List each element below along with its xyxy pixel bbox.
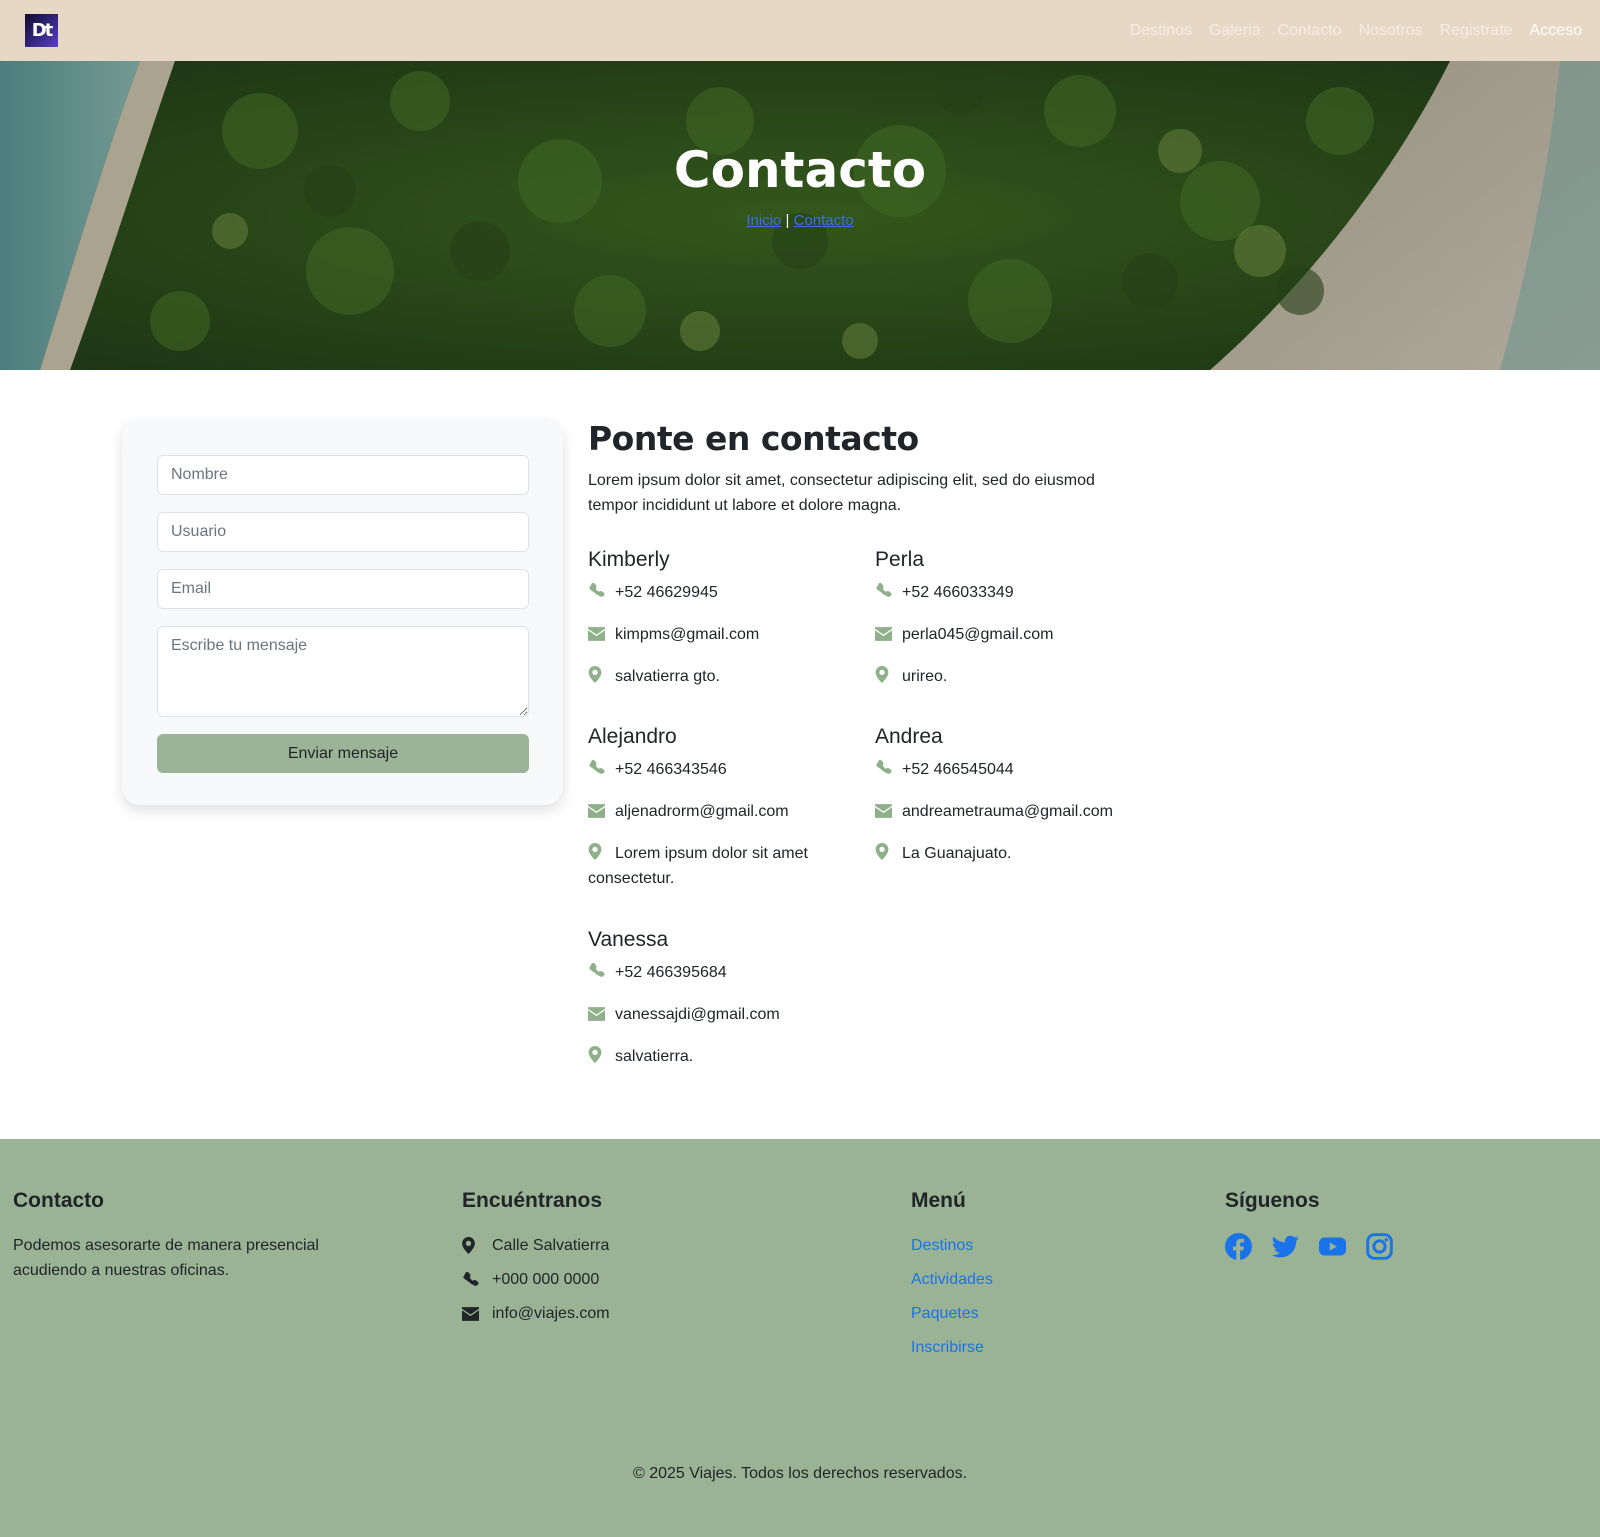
- location-pin-icon: [588, 843, 605, 860]
- footer-email: info@viajes.com: [462, 1301, 822, 1326]
- envelope-icon: [875, 804, 892, 818]
- footer-follow-column: Síguenos: [1225, 1189, 1525, 1260]
- message-textarea[interactable]: [157, 626, 529, 717]
- phone-icon: [875, 582, 892, 599]
- footer-menu-title: Menú: [911, 1189, 966, 1212]
- contact-name: Andrea: [875, 725, 943, 748]
- instagram-icon[interactable]: [1366, 1233, 1393, 1260]
- contact-intro: Lorem ipsum dolor sit amet, consectetur …: [588, 472, 1095, 514]
- contact-info-section: Ponte en contacto Lorem ipsum dolor sit …: [588, 419, 1148, 1065]
- contact-card-kimberly: Kimberly +52 46629945 kimpms@gmail.com s…: [588, 548, 858, 706]
- contact-phone: +52 466343546: [588, 757, 858, 782]
- facebook-icon[interactable]: [1225, 1233, 1252, 1260]
- contact-phone: +52 466545044: [875, 757, 1145, 782]
- location-pin-icon: [875, 666, 892, 683]
- contact-location: La Guanajuato.: [875, 841, 1145, 866]
- envelope-icon: [588, 627, 605, 641]
- envelope-icon: [462, 1306, 479, 1321]
- envelope-icon: [588, 804, 605, 818]
- contact-card-vanessa: Vanessa +52 466395684 vanessajdi@gmail.c…: [588, 928, 858, 1086]
- footer-contact-text: Podemos asesorarte de manera presencial …: [13, 1237, 319, 1279]
- logo[interactable]: Dt: [25, 14, 58, 47]
- contact-name: Perla: [875, 548, 925, 571]
- footer-menu-paquetes[interactable]: Paquetes: [911, 1301, 1171, 1326]
- phone-icon: [588, 582, 605, 599]
- contact-email: kimpms@gmail.com: [588, 622, 858, 647]
- location-pin-icon: [588, 666, 605, 683]
- envelope-icon: [875, 627, 892, 641]
- phone-icon: [588, 759, 605, 776]
- contact-location: urireo.: [875, 664, 1145, 689]
- username-input[interactable]: [157, 512, 529, 552]
- hero-banner: Contacto Inicio | Contacto: [0, 61, 1600, 370]
- footer-contact-title: Contacto: [13, 1189, 104, 1212]
- page-title: Contacto: [673, 141, 927, 199]
- footer-phone: +000 000 0000: [462, 1267, 822, 1292]
- footer-menu-destinos[interactable]: Destinos: [911, 1233, 1171, 1258]
- breadcrumb: Inicio | Contacto: [0, 212, 1600, 229]
- twitter-icon[interactable]: [1272, 1233, 1299, 1260]
- nav-link-acceso[interactable]: Acceso: [1530, 22, 1582, 39]
- copyright: © 2025 Viajes. Todos los derechos reserv…: [632, 1465, 968, 1482]
- location-pin-icon: [875, 843, 892, 860]
- breadcrumb-home-link[interactable]: Inicio: [746, 212, 781, 229]
- contact-card-alejandro: Alejandro +52 466343546 aljenadrorm@gmai…: [588, 725, 858, 908]
- contact-location: Lorem ipsum dolor sit amet consectetur.: [588, 843, 808, 887]
- contact-email: perla045@gmail.com: [875, 622, 1145, 647]
- breadcrumb-separator: |: [785, 212, 790, 229]
- contact-name: Alejandro: [588, 725, 677, 748]
- footer-contact-column: Contacto Podemos asesorarte de manera pr…: [13, 1189, 353, 1283]
- footer-follow-title: Síguenos: [1225, 1189, 1320, 1212]
- social-links: [1225, 1233, 1525, 1260]
- nav-link-galeria[interactable]: Galeria: [1209, 22, 1261, 39]
- footer-address: Calle Salvatierra: [462, 1233, 822, 1258]
- footer-find-title: Encuéntranos: [462, 1189, 603, 1212]
- send-message-button[interactable]: Enviar mensaje: [157, 734, 529, 773]
- contact-form: Enviar mensaje: [122, 419, 563, 805]
- nav-link-nosotros[interactable]: Nosotros: [1359, 22, 1423, 39]
- contact-location: salvatierra gto.: [588, 664, 858, 689]
- contact-email: vanessajdi@gmail.com: [588, 1002, 858, 1027]
- email-input[interactable]: [157, 569, 529, 609]
- footer-menu-column: Menú Destinos Actividades Paquetes Inscr…: [911, 1189, 1171, 1369]
- nav-link-destinos[interactable]: Destinos: [1130, 22, 1192, 39]
- location-pin-icon: [462, 1237, 479, 1254]
- footer: Contacto Podemos asesorarte de manera pr…: [0, 1139, 1600, 1537]
- phone-icon: [875, 759, 892, 776]
- footer-menu-actividades[interactable]: Actividades: [911, 1267, 1171, 1292]
- location-pin-icon: [588, 1046, 605, 1063]
- name-input[interactable]: [157, 455, 529, 495]
- phone-icon: [462, 1271, 479, 1288]
- contact-card-andrea: Andrea +52 466545044 andreametrauma@gmai…: [875, 725, 1145, 883]
- contact-phone: +52 466033349: [875, 580, 1145, 605]
- youtube-icon[interactable]: [1319, 1233, 1346, 1260]
- contact-heading: Ponte en contacto: [588, 419, 919, 458]
- navbar: Dt Destinos Galeria Contacto Nosotros Re…: [0, 0, 1600, 61]
- footer-menu-inscribirse[interactable]: Inscribirse: [911, 1335, 1171, 1360]
- contact-email: andreametrauma@gmail.com: [875, 799, 1145, 824]
- contact-phone: +52 466395684: [588, 960, 858, 985]
- nav-link-registrate[interactable]: Registrate: [1440, 22, 1513, 39]
- contact-email: aljenadrorm@gmail.com: [588, 799, 858, 824]
- contact-name: Kimberly: [588, 548, 670, 571]
- contact-card-perla: Perla +52 466033349 perla045@gmail.com u…: [875, 548, 1145, 706]
- phone-icon: [588, 962, 605, 979]
- nav-link-contacto[interactable]: Contacto: [1278, 22, 1342, 39]
- footer-find-column: Encuéntranos Calle Salvatierra +000 000 …: [462, 1189, 822, 1335]
- breadcrumb-current-link[interactable]: Contacto: [794, 212, 854, 229]
- nav-links: Destinos Galeria Contacto Nosotros Regis…: [1130, 22, 1582, 40]
- contact-phone: +52 46629945: [588, 580, 858, 605]
- envelope-icon: [588, 1007, 605, 1021]
- contact-location: salvatierra.: [588, 1044, 858, 1069]
- contact-name: Vanessa: [588, 928, 669, 951]
